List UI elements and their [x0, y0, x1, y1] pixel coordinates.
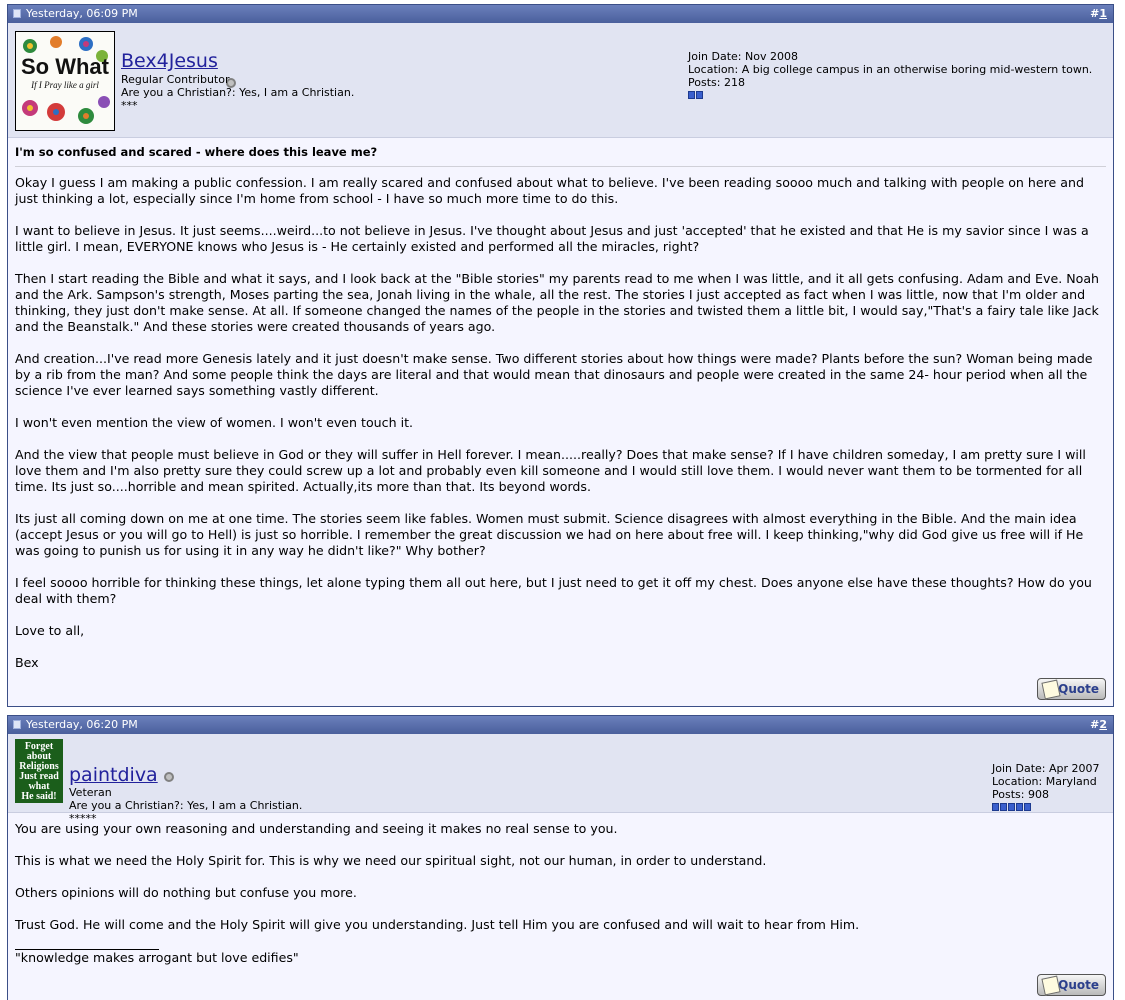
post-title: I'm so confused and scared - where does …: [15, 144, 1106, 167]
quote-label: Quote: [1058, 682, 1099, 696]
avatar-image: So What If I Pray like a girl: [16, 32, 114, 130]
user-title: Veteran: [69, 786, 112, 799]
post-number[interactable]: #2: [1090, 716, 1107, 734]
quote-label: Quote: [1058, 978, 1099, 992]
post-paragraph: This is what we need the Holy Spirit for…: [15, 853, 767, 868]
post-paragraph: Okay I guess I am making a public confes…: [15, 175, 1084, 206]
avatar-text-line: He said!: [21, 791, 56, 802]
post-paragraph: Trust God. He will come and the Holy Spi…: [15, 917, 860, 932]
post-paragraph: Its just all coming down on me at one ti…: [15, 511, 1084, 558]
post-paragraph: I won't even mention the view of women. …: [15, 415, 414, 430]
post-paragraph: And the view that people must believe in…: [15, 447, 1086, 494]
user-stars: ***: [121, 99, 138, 112]
quote-pencil-icon: [1041, 679, 1061, 700]
reputation-icon: [688, 91, 1092, 99]
user-info-bar: So What If I Pray like a girl Bex4Jesus …: [8, 23, 1113, 138]
location: Location: A big college campus in an oth…: [688, 63, 1093, 76]
reputation-icon: [992, 803, 1100, 811]
avatar-text-main: So What: [21, 54, 110, 79]
post-count: Posts: 218: [688, 76, 745, 89]
post-1: Yesterday, 06:09 PM #1 So What If I Pray…: [7, 4, 1114, 707]
post-date: Yesterday, 06:20 PM: [26, 718, 138, 731]
join-date: Join Date: Apr 2007: [992, 762, 1100, 775]
post-document-icon: [13, 720, 21, 729]
post-body: I'm so confused and scared - where does …: [8, 138, 1113, 671]
user-stats: Join Date: Nov 2008 Location: A big coll…: [688, 50, 1092, 99]
post-paragraph: Others opinions will do nothing but conf…: [15, 885, 357, 900]
post-2: Yesterday, 06:20 PM #2 Forget about Reli…: [7, 715, 1114, 1000]
user-title: Regular Contributor: [121, 73, 230, 86]
post-document-icon: [13, 9, 21, 18]
avatar[interactable]: Forget about Religions Just read what He…: [15, 739, 63, 803]
username-link[interactable]: paintdiva: [69, 764, 158, 786]
user-details: Veteran Are you a Christian?: Yes, I am …: [69, 786, 302, 825]
username-link[interactable]: Bex4Jesus: [121, 50, 218, 72]
avatar-image: Forget about Religions Just read what He…: [15, 739, 63, 803]
post-paragraph: Bex: [15, 655, 39, 670]
post-number[interactable]: #1: [1090, 5, 1107, 23]
post-header: Yesterday, 06:09 PM #1: [8, 5, 1113, 23]
post-body: You are using your own reasoning and und…: [8, 813, 1113, 966]
post-count: Posts: 908: [992, 788, 1049, 801]
post-header: Yesterday, 06:20 PM #2: [8, 716, 1113, 734]
post-paragraph: And creation...I've read more Genesis la…: [15, 351, 1093, 398]
signature: "knowledge makes arrogant but love edifi…: [15, 950, 299, 965]
post-paragraph: I feel soooo horrible for thinking these…: [15, 575, 1092, 606]
location: Location: Maryland: [992, 775, 1097, 788]
join-date: Join Date: Nov 2008: [688, 50, 798, 63]
post-paragraph: I want to believe in Jesus. It just seem…: [15, 223, 1089, 254]
post-paragraph: Love to all,: [15, 623, 85, 638]
avatar-text-sub: If I Pray like a girl: [30, 80, 99, 90]
quote-button[interactable]: Quote: [1037, 678, 1106, 700]
user-stars: *****: [69, 812, 97, 825]
religion-field: Are you a Christian?: Yes, I am a Christ…: [121, 86, 355, 99]
post-paragraph: Then I start reading the Bible and what …: [15, 271, 1100, 334]
user-stats: Join Date: Apr 2007 Location: Maryland P…: [992, 762, 1100, 811]
quote-pencil-icon: [1041, 975, 1061, 996]
user-info-bar: Forget about Religions Just read what He…: [8, 734, 1113, 825]
user-details: Regular Contributor Are you a Christian?…: [121, 73, 354, 112]
avatar[interactable]: So What If I Pray like a girl: [15, 31, 115, 131]
religion-field: Are you a Christian?: Yes, I am a Christ…: [69, 799, 303, 812]
post-date: Yesterday, 06:09 PM: [26, 7, 138, 20]
quote-button[interactable]: Quote: [1037, 974, 1106, 996]
offline-status-icon: [164, 772, 174, 782]
